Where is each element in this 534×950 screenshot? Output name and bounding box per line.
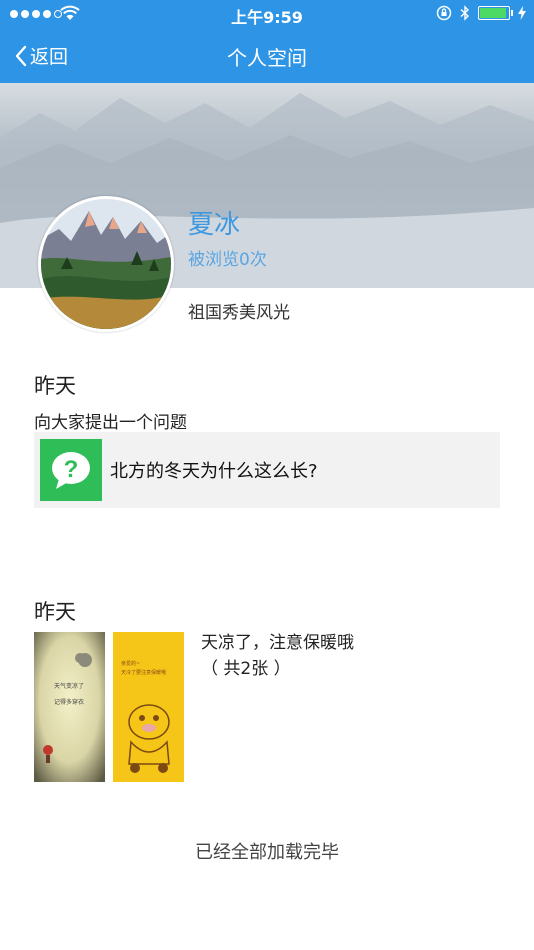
question-text: 北方的冬天为什么这么长? xyxy=(110,461,318,482)
user-name: 夏冰 xyxy=(188,210,241,240)
status-bar: 上午9:59 xyxy=(0,0,534,28)
svg-text:亲爱的~: 亲爱的~ xyxy=(121,660,140,667)
user-signature: 祖国秀美风光 xyxy=(188,303,290,323)
top-bar: 上午9:59 返回 个人空间 xyxy=(0,0,534,83)
avatar[interactable] xyxy=(38,196,174,332)
svg-text:?: ? xyxy=(64,456,79,483)
photo-thumbnail[interactable]: 天气变凉了 记得多穿衣 xyxy=(34,632,105,782)
charging-icon xyxy=(518,6,526,20)
view-count: 被浏览0次 xyxy=(188,250,267,270)
navigation-bar: 返回 个人空间 xyxy=(0,28,534,83)
photo-thumbnail[interactable]: 亲爱的~ 天冷了要注意保暖哦 xyxy=(113,632,184,782)
post-date: 昨天 xyxy=(34,600,76,624)
photo-caption-text: 天凉了，注意保暖哦 xyxy=(201,633,354,653)
question-bubble-icon: ? xyxy=(40,439,102,501)
bluetooth-icon xyxy=(460,5,470,21)
svg-text:天冷了要注意保暖哦: 天冷了要注意保暖哦 xyxy=(121,669,166,676)
rotation-lock-icon xyxy=(436,5,452,21)
post-date: 昨天 xyxy=(34,374,76,398)
svg-text:记得多穿衣: 记得多穿衣 xyxy=(54,698,84,706)
battery-icon xyxy=(478,6,513,20)
photo-caption: 天凉了，注意保暖哦 （ 共2张 ） xyxy=(201,630,354,682)
page-title: 个人空间 xyxy=(227,46,307,70)
post-text: 向大家提出一个问题 xyxy=(34,413,187,433)
photo-count: （ 共2张 ） xyxy=(201,659,291,679)
load-complete-text: 已经全部加载完毕 xyxy=(195,842,339,863)
question-card[interactable]: ? 北方的冬天为什么这么长? xyxy=(34,432,500,508)
svg-text:天气变凉了: 天气变凉了 xyxy=(54,682,84,690)
